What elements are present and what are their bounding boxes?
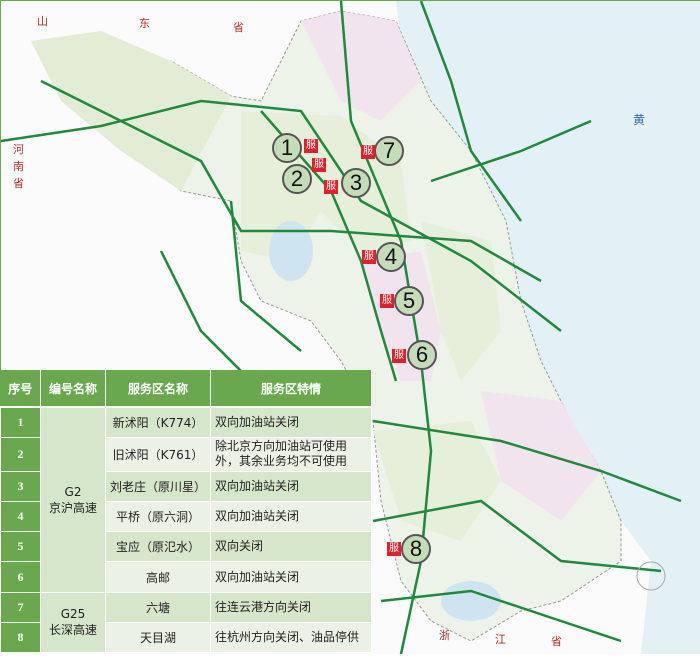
row-no: 8 bbox=[0, 621, 41, 654]
service-area-marker-3[interactable]: 3 bbox=[341, 168, 371, 198]
table-row: 1 G2 京沪高速 新沭阳（K774） 双向加油站关闭 bbox=[0, 406, 372, 593]
label-shandong-1: 山 bbox=[37, 15, 48, 28]
label-zhejiang-3: 省 bbox=[551, 635, 562, 648]
service-area-marker-4[interactable]: 4 bbox=[376, 242, 406, 272]
service-status: 往连云港方向关闭 bbox=[210, 591, 372, 623]
row-no: 2 bbox=[0, 436, 41, 473]
highway-name: 长深高速 bbox=[48, 623, 97, 638]
row-no: 3 bbox=[0, 471, 41, 503]
service-area-marker-1[interactable]: 1 bbox=[272, 133, 302, 163]
service-icon: 服 bbox=[304, 139, 318, 153]
service-area-marker-2[interactable]: 2 bbox=[282, 164, 312, 194]
service-name: 旧沭阳（K761） bbox=[105, 436, 211, 473]
service-name: 六塘 bbox=[105, 591, 211, 623]
service-status: 双向关闭 bbox=[210, 531, 372, 563]
label-shandong-2: 东 bbox=[139, 17, 150, 30]
highway-g2: G2 京沪高速 bbox=[40, 406, 106, 593]
service-status: 除北京方向加油站可使用外，其余业务均不可使用 bbox=[210, 436, 372, 473]
label-yellow-sea: 黄 bbox=[633, 113, 646, 127]
service-status: 双向加油站关闭 bbox=[210, 471, 372, 503]
table-header: 序号 编号名称 服务区名称 服务区特情 bbox=[0, 370, 372, 409]
highway-name: 京沪高速 bbox=[48, 500, 97, 515]
service-status: 双向加油站关闭 bbox=[210, 501, 372, 533]
table-row: 7 G25 长深高速 六塘 往连云港方向关闭 bbox=[0, 591, 372, 654]
service-name: 宝应（原氾水） bbox=[105, 531, 211, 563]
row-no: 4 bbox=[0, 501, 41, 533]
label-henan-3: 省 bbox=[13, 177, 24, 190]
service-status: 双向加油站关闭 bbox=[210, 406, 372, 438]
label-zhejiang-1: 浙 bbox=[439, 629, 450, 642]
service-icon: 服 bbox=[387, 542, 401, 556]
row-no: 5 bbox=[0, 531, 41, 563]
service-icon: 服 bbox=[392, 349, 406, 363]
service-icon: 服 bbox=[312, 158, 326, 172]
service-icon: 服 bbox=[361, 145, 375, 159]
service-icon: 服 bbox=[362, 250, 376, 264]
service-area-table: 序号 编号名称 服务区名称 服务区特情 1 G2 京沪高速 新沭阳（K774） 双… bbox=[0, 370, 372, 654]
service-name: 高邮 bbox=[105, 561, 211, 593]
service-icon: 服 bbox=[324, 180, 338, 194]
label-henan-1: 河 bbox=[13, 143, 24, 156]
header-status: 服务区特情 bbox=[210, 370, 372, 409]
service-name: 新沭阳（K774） bbox=[105, 406, 211, 438]
label-henan-2: 南 bbox=[13, 160, 24, 173]
highway-code: G2 bbox=[64, 484, 82, 499]
row-no: 6 bbox=[0, 561, 41, 593]
service-name: 天目湖 bbox=[105, 621, 211, 654]
service-area-marker-6[interactable]: 6 bbox=[407, 340, 437, 370]
service-name: 平桥（原六洞） bbox=[105, 501, 211, 533]
service-status: 双向加油站关闭 bbox=[210, 561, 372, 593]
service-icon: 服 bbox=[380, 294, 394, 308]
row-no: 7 bbox=[0, 591, 41, 623]
service-area-marker-5[interactable]: 5 bbox=[394, 286, 424, 316]
row-no: 1 bbox=[0, 406, 41, 438]
label-shandong-3: 省 bbox=[233, 21, 244, 34]
header-no: 序号 bbox=[0, 370, 41, 409]
highway-g25: G25 长深高速 bbox=[40, 591, 106, 654]
service-name: 刘老庄（原川星） bbox=[105, 471, 211, 503]
label-zhejiang-2: 江 bbox=[495, 633, 506, 646]
service-status: 往杭州方向关闭、油品停供 bbox=[210, 621, 372, 654]
highway-code: G25 bbox=[60, 607, 86, 622]
service-area-marker-7[interactable]: 7 bbox=[374, 136, 404, 166]
service-area-marker-8[interactable]: 8 bbox=[401, 534, 431, 564]
header-name: 服务区名称 bbox=[105, 370, 211, 409]
header-highway: 编号名称 bbox=[40, 370, 106, 409]
lake bbox=[441, 581, 501, 621]
